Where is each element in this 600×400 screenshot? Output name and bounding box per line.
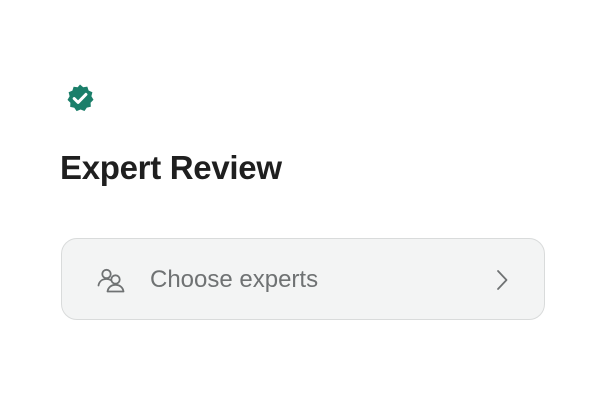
chevron-right-icon xyxy=(494,268,510,292)
people-icon xyxy=(96,266,126,294)
choose-experts-label: Choose experts xyxy=(150,266,319,293)
page-title: Expert Review xyxy=(60,149,282,186)
verified-badge-icon xyxy=(64,82,96,114)
choose-experts-button[interactable]: Choose experts xyxy=(61,238,545,320)
